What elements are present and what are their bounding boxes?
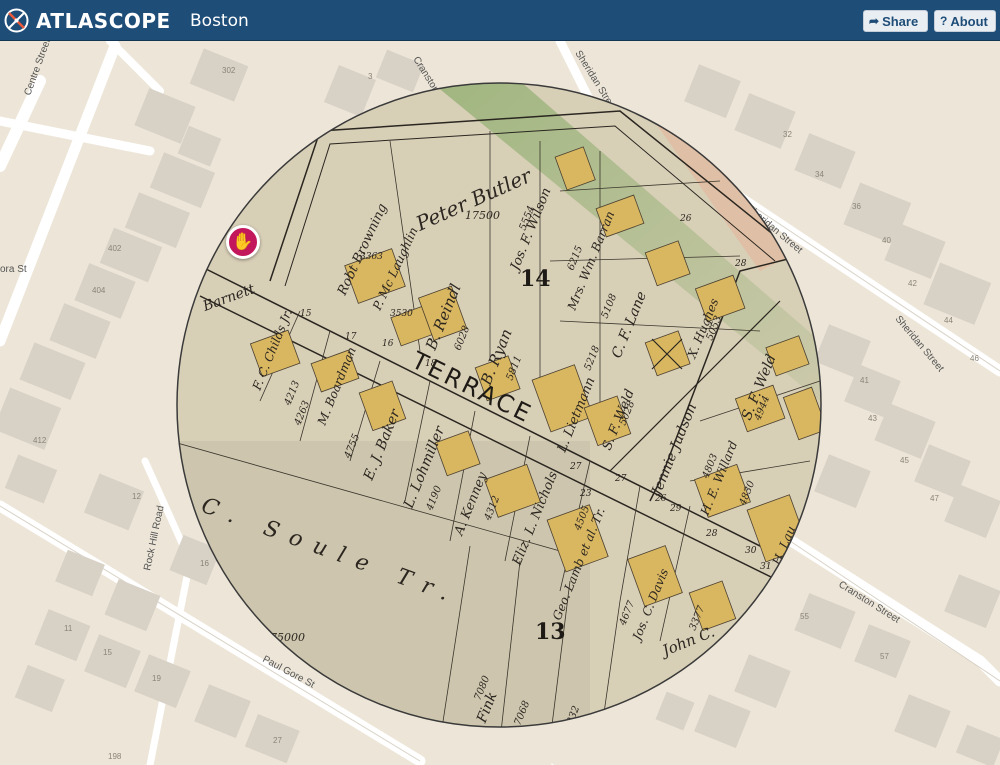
svg-text:31: 31 [760,562,771,572]
svg-text:26: 26 [679,214,692,224]
share-button[interactable]: ➦ Share [863,10,928,32]
question-icon: ? [940,14,948,28]
svg-text:15: 15 [300,309,312,319]
city-name: Boston [190,11,249,31]
svg-text:27: 27 [614,474,627,484]
atlas-lens[interactable]: Peter Butler 17500 Robt Browning 3363 P.… [0,41,1000,765]
about-button[interactable]: ? About [934,10,996,32]
app-header: ATLASCOPE Boston ➦ Share ? About [0,0,1000,41]
svg-text:23: 23 [579,489,592,499]
svg-text:28: 28 [734,259,747,269]
compass-logo-icon[interactable] [4,8,29,33]
svg-text:28: 28 [705,529,718,539]
svg-text:3530: 3530 [390,309,413,319]
lens-drag-handle[interactable]: ✋ [226,225,260,259]
svg-text:16: 16 [382,339,394,349]
svg-text:26: 26 [654,494,667,504]
svg-text:27: 27 [569,462,582,472]
svg-text:13: 13 [535,619,566,645]
hand-icon: ✋ [232,232,254,251]
app-title[interactable]: ATLASCOPE [36,9,171,33]
svg-text:14: 14 [520,266,551,292]
svg-text:29: 29 [669,504,682,514]
share-icon: ➦ [869,14,880,28]
map-canvas[interactable]: 302 3 402 404 412 12 16 11 15 19 27 32 3… [0,36,1000,765]
svg-text:17500: 17500 [465,209,500,222]
svg-text:3363: 3363 [360,252,383,262]
svg-text:18: 18 [425,359,437,369]
about-label: About [950,13,988,29]
svg-text:17: 17 [345,332,357,342]
svg-text:30: 30 [745,546,757,556]
share-label: Share [882,13,919,29]
